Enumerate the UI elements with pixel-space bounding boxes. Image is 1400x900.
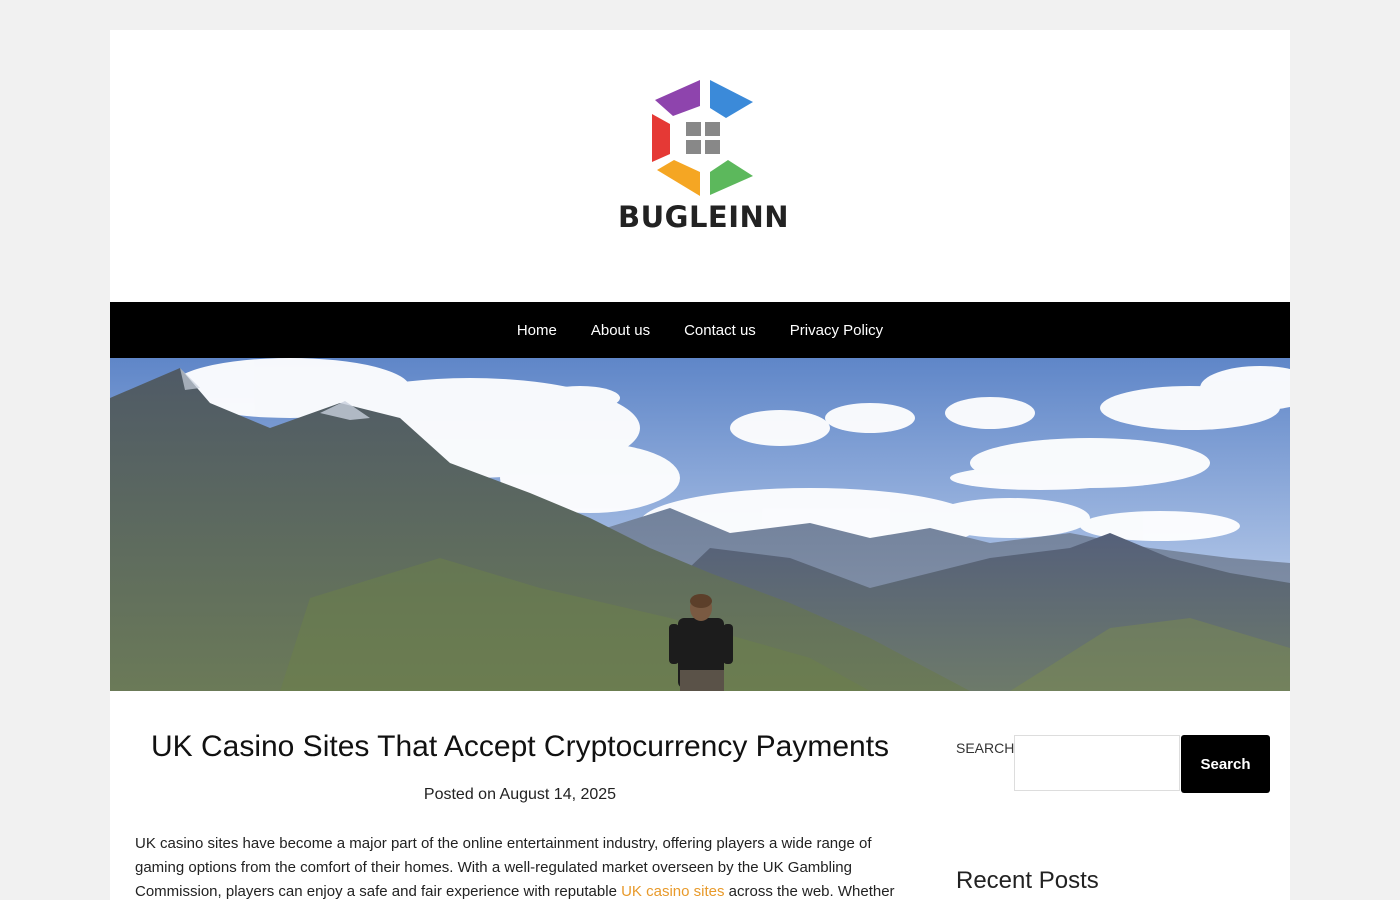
nav-item-home[interactable]: Home (517, 322, 557, 339)
hero-image (110, 358, 1290, 691)
search-input[interactable] (1014, 735, 1180, 791)
search-button[interactable]: Search (1181, 735, 1270, 793)
post-excerpt: UK casino sites have become a major part… (135, 832, 905, 900)
logo-wordmark: BUGLEINN (618, 200, 790, 234)
nav-item-about-us[interactable]: About us (591, 322, 650, 339)
main-navigation: Home About us Contact us Privacy Policy (110, 302, 1290, 358)
post-title[interactable]: UK Casino Sites That Accept Cryptocurren… (135, 730, 905, 764)
nav-item-privacy-policy[interactable]: Privacy Policy (790, 322, 883, 339)
post-meta: Posted on August 14, 2025 (135, 786, 905, 804)
posted-on-label: Posted on (423, 786, 496, 803)
logo-mark-icon (652, 80, 753, 196)
site-logo[interactable]: BUGLEINN (618, 74, 790, 234)
site-header: BUGLEINN (110, 30, 1290, 302)
uk-casino-sites-link[interactable]: UK casino sites (621, 883, 724, 900)
mountain-landscape-image (110, 358, 1290, 691)
excerpt-text-continued: across the web. Whether (728, 883, 895, 900)
search-label: SEARCH (956, 740, 1015, 756)
post-date-link[interactable]: August 14, 2025 (500, 786, 617, 803)
main-content: UK Casino Sites That Accept Cryptocurren… (135, 730, 905, 900)
recent-posts-heading: Recent Posts (956, 867, 1099, 894)
page-container: BUGLEINN Home About us Contact us Privac… (110, 30, 1290, 900)
nav-item-contact-us[interactable]: Contact us (684, 322, 756, 339)
